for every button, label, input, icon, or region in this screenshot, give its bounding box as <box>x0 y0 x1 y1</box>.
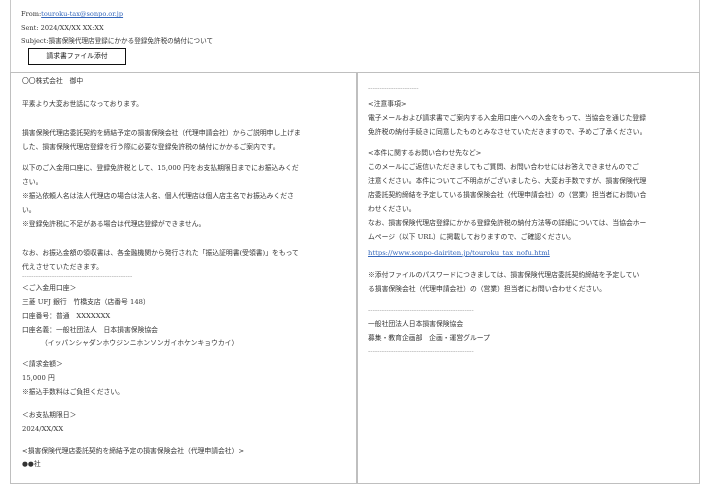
inquiry-line-2: 注意ください。本件についてご不明点がございましたら、大変お手数ですが、損害保険代… <box>368 177 647 185</box>
fee-note: ※振込手数料はご負担ください。 <box>22 388 124 396</box>
account-number: 口座番号：普通 XXXXXXX <box>22 312 111 320</box>
shortage-note: ※登録免許税に不足がある場合は代理店登録ができません。 <box>22 220 206 228</box>
intro-line-1: 損害保険代理店委託契約を締結予定の損害保険会社（代理申請会社）からご説明申し上げ… <box>22 129 301 137</box>
top-divider: ---------------------- <box>368 84 419 92</box>
from-label: From: <box>21 10 42 18</box>
notice-line-1: 電子メールおよび請求書でご案内する入金用口座へへの入金をもって、当協会を通じた登… <box>368 114 646 122</box>
greeting: 平素より大変お世話になっております。 <box>22 100 143 108</box>
receipt-line-1: なお、お振込金額の領収書は、各金融機関から発行された「振込証明書(受領書)」をも… <box>22 249 299 257</box>
email-header: From:touroku-tax@sonpo.or.jp Sent: 2024/… <box>10 0 700 72</box>
inquiry-heading: <本件に関するお問い合わせ先など> <box>368 149 482 157</box>
deadline-value: 2024/XX/XX <box>22 425 64 433</box>
inquiry-line-5: なお、損害保険代理店登録にかかる登録免許税の納付方法等の詳細については、当協会ホ… <box>368 219 647 227</box>
email-body-right-panel: ---------------------- <注意事項> 電子メールおよび請求… <box>357 72 700 484</box>
inquiry-line-4: わせください。 <box>368 205 416 213</box>
amount-heading: ＜請求金額＞ <box>22 360 63 368</box>
notice-line-2: 免許税の納付手続きに同意したものとみなさせていただきますので、予めご了承ください… <box>368 128 647 136</box>
intro-line-2: した、損害保険代理店登録を行う際に必要な登録免許税の納付にかかるご案内です。 <box>22 143 280 151</box>
payment-instruction-line-1: 以下のご入金用口座に、登録免許税として、15,000 円をお支払期限日までにお振… <box>22 164 299 172</box>
department-name: 募集・教育企画部 企画・運営グループ <box>368 334 490 342</box>
signature-divider-bottom: ----------------------------------------… <box>368 347 474 355</box>
inquiry-line-6: ムページ（以下 URL）に掲載しておりますので、ご確認ください。 <box>368 233 576 241</box>
deadline-heading: ＜お支払期限日＞ <box>22 411 77 419</box>
from-address-link[interactable]: touroku-tax@sonpo.or.jp <box>41 10 123 18</box>
password-note-line-2: る損害保険会社（代理申請会社）の（営業）担当者にお問い合わせください。 <box>368 285 606 293</box>
notice-heading: <注意事項> <box>368 100 407 108</box>
remitter-note-line-2: い。 <box>22 206 36 214</box>
signature-divider-top: ----------------------------------------… <box>368 306 474 314</box>
attachment-button[interactable]: 請求書ファイル添付 <box>28 48 126 65</box>
payment-instruction-line-2: さい。 <box>22 178 43 186</box>
sent-line: Sent: 2024/XX/XX XX:XX <box>21 24 104 32</box>
bank-name: 三菱 UFJ 銀行 竹橋支店（店番号 148） <box>22 298 150 306</box>
email-body-left-panel: 〇〇株式会社 御中 平素より大変お世話になっております。 損害保険代理店委託契約… <box>10 72 357 484</box>
inquiry-line-1: このメールにご返信いただきましてもご質問、お問い合わせにはお答えできませんのでご <box>368 163 639 171</box>
amount-value: 15,000 円 <box>22 374 55 382</box>
tax-payment-info-link[interactable]: https://www.sonpo-dairiten.jp/touroku_ta… <box>368 248 550 258</box>
password-note-line-1: ※添付ファイルのパスワードにつきましては、損害保険代理店委託契約締結を予定してい <box>368 271 640 279</box>
account-name-kana: （イッパンシャダンホウジンニホンソンガイホケンキョウカイ） <box>41 339 239 347</box>
insurer-heading: <損害保険代理店委託契約を締結予定の損害保険会社（代理申請会社）> <box>22 447 245 455</box>
addressee: 〇〇株式会社 御中 <box>22 77 84 85</box>
account-name: 口座名義：一般社団法人 日本損害保険協会 <box>22 326 158 334</box>
organization-name: 一般社団法人日本損害保険協会 <box>368 320 464 328</box>
inquiry-line-3: 店委託契約締結を予定している損害保険会社（代理申請会社）の（営業）担当者にお問い… <box>368 191 647 199</box>
remitter-note-line-1: ※振込依頼人名は法人代理店の場合は法人名、個人代理店は個人店主名でお振込みくださ <box>22 192 294 200</box>
divider: ----------------------------------------… <box>22 272 133 280</box>
from-line: From:touroku-tax@sonpo.or.jp <box>21 9 123 19</box>
account-heading: ＜ご入金用口座＞ <box>22 284 77 292</box>
insurer-name: ●●社 <box>22 460 41 468</box>
subject-line: Subject:損害保険代理店登録にかかる登録免許税の納付について <box>21 37 214 45</box>
